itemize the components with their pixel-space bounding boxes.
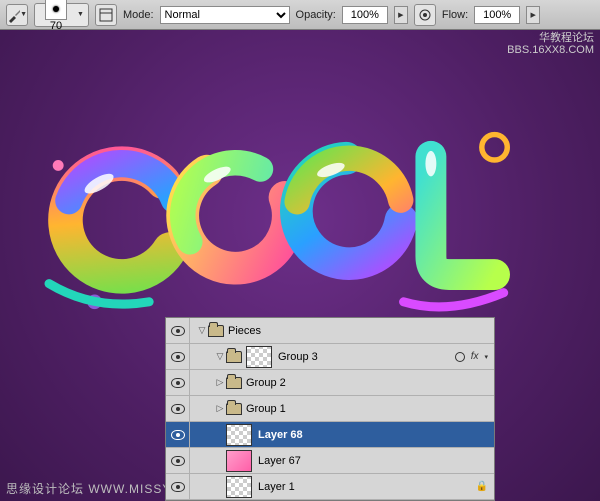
fx-badge[interactable]: fx — [471, 351, 479, 362]
watermark-top: 华教程论坛 BBS.16XX8.COM — [507, 32, 594, 56]
chevron-right-icon: ▶ — [398, 11, 403, 19]
layer-name[interactable]: Group 1 — [246, 403, 286, 415]
chevron-down-icon: ▼ — [77, 11, 84, 18]
chevron-down-icon[interactable]: ▾ — [484, 353, 488, 361]
eye-icon — [171, 456, 185, 466]
blend-mode-select[interactable]: Normal — [160, 6, 290, 24]
pressure-icon — [418, 8, 432, 22]
layer-name[interactable]: Pieces — [228, 325, 261, 337]
brush-picker[interactable]: 70 ▼ — [34, 3, 89, 27]
disclosure-triangle[interactable]: ▷ — [214, 403, 226, 414]
visibility-toggle[interactable] — [166, 448, 190, 474]
layer-thumbnail — [226, 450, 252, 472]
layer-row[interactable]: Layer 67 — [166, 448, 494, 474]
flow-label: Flow: — [442, 9, 468, 21]
document-canvas[interactable]: 华教程论坛 BBS.16XX8.COM 思缘设计论坛 — [0, 30, 600, 501]
layer-thumbnail — [226, 476, 252, 498]
opacity-label: Opacity: — [296, 9, 336, 21]
layer-group-row[interactable]: ▷ Group 2 — [166, 370, 494, 396]
layer-name[interactable]: Layer 67 — [258, 455, 301, 467]
layer-name[interactable]: Layer 1 — [258, 481, 295, 493]
flow-field[interactable]: 100% — [474, 6, 520, 24]
chevron-right-icon: ▶ — [530, 11, 535, 19]
layer-row-content: ▷ Group 2 — [190, 377, 446, 389]
layer-name[interactable]: Group 3 — [278, 351, 318, 363]
layer-row-content: ▽ Pieces — [190, 325, 446, 337]
brush-options-bar: ▼ 70 ▼ Mode: Normal Opacity: 100% ▶ Flow… — [0, 0, 600, 30]
visibility-toggle[interactable] — [166, 344, 190, 370]
layer-row[interactable]: Layer 1 🔒 — [166, 474, 494, 500]
layer-group-row[interactable]: ▽ Pieces — [166, 318, 494, 344]
brush-icon — [7, 7, 20, 23]
layer-extras: fx ▾ — [446, 351, 494, 362]
eye-icon — [171, 482, 185, 492]
mode-label: Mode: — [123, 9, 154, 21]
lock-icon[interactable]: 🔒 — [476, 481, 488, 492]
opacity-field[interactable]: 100% — [342, 6, 388, 24]
layer-name[interactable]: Layer 68 — [258, 429, 303, 441]
layers-panel: ▽ Pieces ▽ Group 3 fx ▾ ▷ Group 2 ▷ Group 1 Layer … — [165, 317, 495, 501]
eye-icon — [171, 430, 185, 440]
layer-extras: 🔒 — [446, 481, 494, 492]
layer-row-content: Layer 68 — [190, 424, 446, 446]
disclosure-triangle[interactable]: ▽ — [196, 325, 208, 336]
eye-icon — [171, 404, 185, 414]
tool-preset-picker[interactable]: ▼ — [6, 4, 28, 26]
folder-icon — [226, 377, 242, 389]
layer-group-row[interactable]: ▷ Group 1 — [166, 396, 494, 422]
visibility-toggle[interactable] — [166, 422, 190, 448]
flow-stepper[interactable]: ▶ — [526, 6, 540, 24]
visibility-toggle[interactable] — [166, 474, 190, 500]
layer-row-content: Layer 1 — [190, 476, 446, 498]
visibility-toggle[interactable] — [166, 370, 190, 396]
eye-icon — [171, 326, 185, 336]
layer-row[interactable]: Layer 68 — [166, 422, 494, 448]
folder-icon — [226, 403, 242, 415]
brush-panel-toggle[interactable] — [95, 4, 117, 26]
layer-row-content: ▽ Group 3 — [190, 346, 446, 368]
visibility-toggle[interactable] — [166, 396, 190, 422]
eye-icon — [171, 352, 185, 362]
folder-icon — [226, 351, 242, 363]
disclosure-triangle[interactable]: ▷ — [214, 377, 226, 388]
layer-thumbnail — [246, 346, 272, 368]
tablet-pressure-opacity-toggle[interactable] — [414, 4, 436, 26]
eye-icon — [171, 378, 185, 388]
layer-row-content: Layer 67 — [190, 450, 446, 472]
brush-panel-icon — [99, 8, 113, 22]
layer-group-row[interactable]: ▽ Group 3 fx ▾ — [166, 344, 494, 370]
brush-tip-preview — [45, 0, 67, 20]
disclosure-triangle[interactable]: ▽ — [214, 351, 226, 362]
chevron-down-icon: ▼ — [20, 11, 27, 18]
layer-name[interactable]: Group 2 — [246, 377, 286, 389]
folder-icon — [208, 325, 224, 337]
layer-row-content: ▷ Group 1 — [190, 403, 446, 415]
visibility-toggle[interactable] — [166, 318, 190, 344]
blend-indicator-icon — [455, 352, 465, 362]
artwork-cool — [40, 120, 513, 320]
layer-thumbnail — [226, 424, 252, 446]
opacity-stepper[interactable]: ▶ — [394, 6, 408, 24]
